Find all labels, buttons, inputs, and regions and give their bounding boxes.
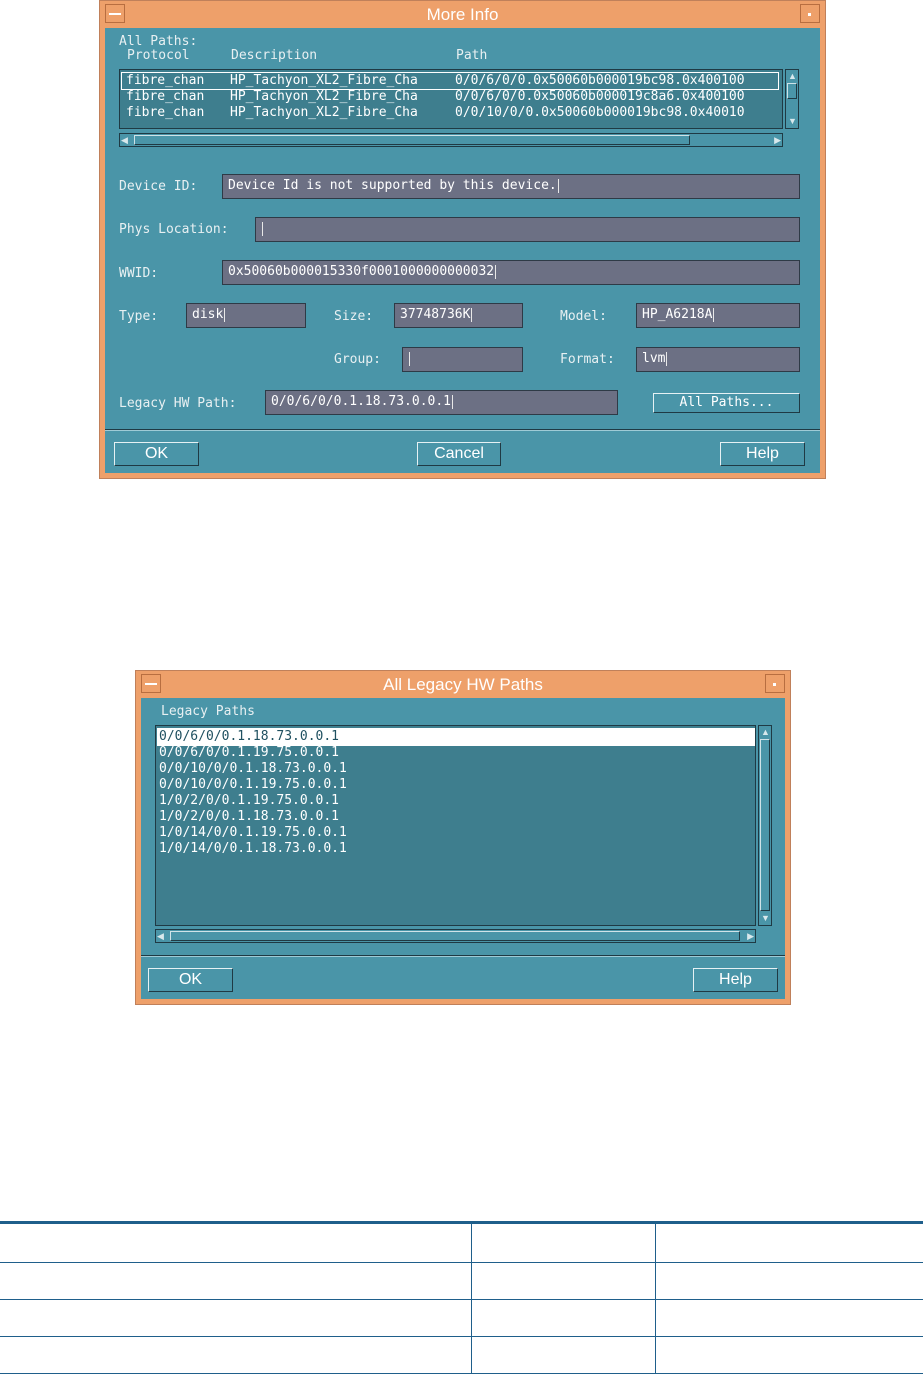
legacy-paths-client: Legacy Paths 0/0/6/0/0.1.18.73.0.0.1 0/0… [141, 698, 785, 999]
type-field[interactable]: disk [186, 303, 306, 328]
table-row [0, 1299, 923, 1337]
path-row[interactable]: fibre_chan HP_Tachyon_XL2_Fibre_Cha 0/0/… [122, 105, 778, 121]
model-label: Model: [560, 309, 607, 324]
wwid-label: WWID: [119, 266, 159, 281]
legacy-path-item[interactable]: 0/0/10/0/0.1.19.75.0.0.1 [158, 777, 347, 793]
scroll-up-icon[interactable]: ▲ [761, 727, 770, 737]
table-header-cell [654, 1221, 923, 1263]
legacy-paths-window: All Legacy HW Paths Legacy Paths 0/0/6/0… [135, 670, 791, 1005]
legacy-paths-title: All Legacy HW Paths [383, 675, 543, 694]
model-field[interactable]: HP_A6218A [636, 303, 800, 328]
help-button[interactable]: Help [693, 968, 778, 992]
legacy-hw-path-field[interactable]: 0/0/6/0/0.1.18.73.0.0.1 [265, 390, 618, 415]
scroll-thumb[interactable] [787, 83, 797, 99]
table-cell [470, 1262, 655, 1300]
scroll-down-icon[interactable]: ▼ [788, 116, 797, 126]
table-row [0, 1336, 923, 1374]
window-menu-icon[interactable] [105, 4, 125, 23]
path-column-header: Path [456, 48, 488, 63]
device-id-field[interactable]: Device Id is not supported by this devic… [222, 174, 800, 199]
table-header-cell [470, 1221, 655, 1263]
legacy-path-item[interactable]: 1/0/2/0/0.1.18.73.0.0.1 [158, 809, 339, 825]
legacy-path-item[interactable]: 1/0/14/0/0.1.18.73.0.0.1 [158, 841, 347, 857]
all-paths-list[interactable]: fibre_chan HP_Tachyon_XL2_Fibre_Cha 0/0/… [119, 69, 783, 129]
scroll-thumb[interactable] [760, 739, 770, 911]
size-field[interactable]: 37748736K [394, 303, 523, 328]
legacy-paths-titlebar[interactable]: All Legacy HW Paths [139, 674, 787, 696]
more-info-window: More Info All Paths: Protocol Descriptio… [99, 0, 826, 479]
more-info-titlebar[interactable]: More Info [103, 4, 822, 26]
all-paths-vertical-scrollbar[interactable]: ▲ ▼ [785, 69, 799, 129]
button-separator [141, 955, 785, 957]
format-label: Format: [560, 352, 615, 367]
table-cell [470, 1336, 655, 1374]
document-table [0, 1221, 923, 1374]
path-row[interactable]: fibre_chan HP_Tachyon_XL2_Fibre_Cha 0/0/… [121, 72, 779, 90]
group-label: Group: [334, 352, 381, 367]
legacy-hw-path-label: Legacy HW Path: [119, 396, 237, 411]
scroll-left-icon[interactable]: ◀ [121, 135, 128, 145]
minimize-icon[interactable] [800, 4, 820, 23]
scroll-left-icon[interactable]: ◀ [157, 931, 164, 941]
all-paths-horizontal-scrollbar[interactable]: ◀ ▶ [119, 133, 783, 147]
scroll-right-icon[interactable]: ▶ [774, 135, 781, 145]
ok-button[interactable]: OK [114, 442, 199, 466]
minimize-icon[interactable] [765, 674, 785, 693]
scroll-right-icon[interactable]: ▶ [747, 931, 754, 941]
table-cell [470, 1299, 655, 1337]
legacy-paths-label: Legacy Paths [161, 704, 255, 719]
all-paths-button[interactable]: All Paths... [653, 393, 800, 413]
scroll-up-icon[interactable]: ▲ [788, 71, 797, 81]
legacy-paths-list[interactable]: 0/0/6/0/0.1.18.73.0.0.1 0/0/6/0/0.1.19.7… [155, 725, 756, 926]
description-column-header: Description [231, 48, 318, 63]
group-field[interactable] [402, 347, 523, 372]
more-info-client: All Paths: Protocol Description Path fib… [105, 28, 820, 473]
scroll-thumb[interactable] [170, 931, 740, 941]
format-field[interactable]: lvm [636, 347, 800, 372]
legacy-paths-vertical-scrollbar[interactable]: ▲ ▼ [758, 725, 772, 926]
legacy-path-item[interactable]: 0/0/6/0/0.1.18.73.0.0.1 [157, 728, 755, 746]
table-header-row [0, 1221, 923, 1263]
legacy-path-item[interactable]: 0/0/10/0/0.1.18.73.0.0.1 [158, 761, 347, 777]
window-menu-icon[interactable] [141, 674, 161, 693]
table-cell [0, 1336, 471, 1374]
legacy-path-item[interactable]: 1/0/14/0/0.1.19.75.0.0.1 [158, 825, 347, 841]
phys-location-field[interactable] [255, 217, 800, 242]
more-info-title: More Info [426, 5, 499, 24]
phys-location-label: Phys Location: [119, 222, 229, 237]
legacy-path-item[interactable]: 0/0/6/0/0.1.19.75.0.0.1 [158, 745, 339, 761]
table-cell [654, 1299, 923, 1337]
table-cell [654, 1262, 923, 1300]
device-id-label: Device ID: [119, 179, 198, 194]
ok-button[interactable]: OK [148, 968, 233, 992]
protocol-column-header: Protocol [127, 48, 190, 63]
size-label: Size: [334, 309, 374, 324]
type-label: Type: [119, 309, 159, 324]
scroll-down-icon[interactable]: ▼ [761, 913, 770, 923]
table-cell [0, 1262, 471, 1300]
legacy-paths-horizontal-scrollbar[interactable]: ◀ ▶ [155, 929, 756, 943]
help-button[interactable]: Help [720, 442, 805, 466]
wwid-field[interactable]: 0x50060b000015330f0001000000000032 [222, 260, 800, 285]
table-row [0, 1262, 923, 1300]
table-cell [654, 1336, 923, 1374]
all-paths-label: All Paths: [119, 34, 198, 49]
table-cell [0, 1299, 471, 1337]
table-header-cell [0, 1221, 471, 1263]
scroll-thumb[interactable] [134, 135, 690, 145]
button-separator [105, 429, 820, 431]
cancel-button[interactable]: Cancel [417, 442, 501, 466]
legacy-path-item[interactable]: 1/0/2/0/0.1.19.75.0.0.1 [158, 793, 339, 809]
path-row[interactable]: fibre_chan HP_Tachyon_XL2_Fibre_Cha 0/0/… [122, 89, 778, 105]
